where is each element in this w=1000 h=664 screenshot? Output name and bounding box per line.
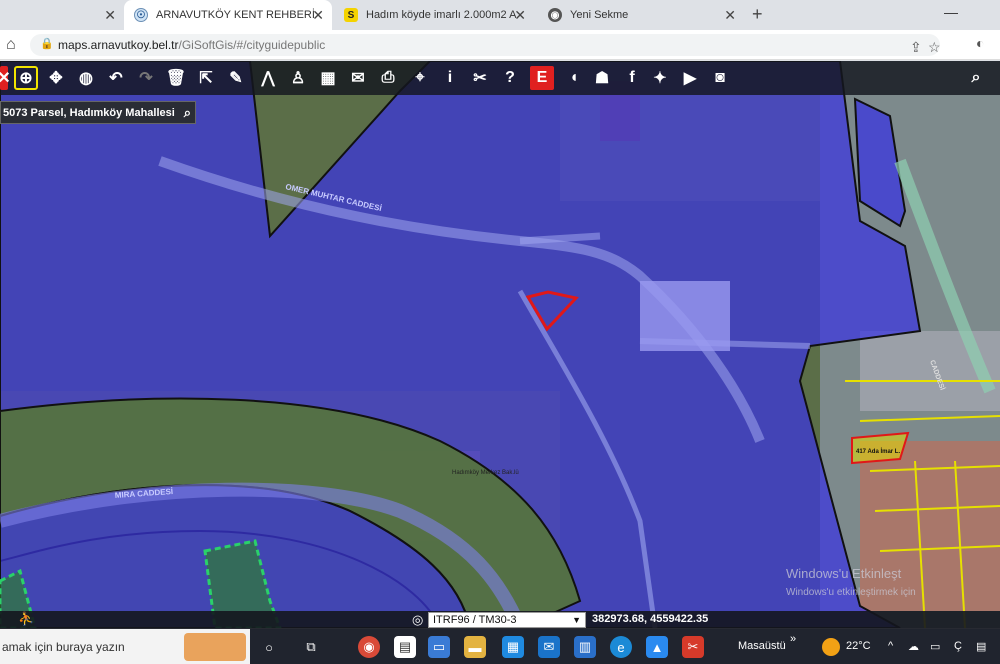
- store-icon[interactable]: ▦: [502, 636, 524, 658]
- android-icon[interactable]: ☗: [590, 66, 614, 90]
- search-icon[interactable]: ⌕: [964, 66, 988, 90]
- search-icon[interactable]: ⌕: [182, 105, 191, 121]
- photos-icon[interactable]: ▲: [646, 636, 668, 658]
- watermark-line-1: Windows'u Etkinleşt: [786, 566, 902, 581]
- task-view-icon[interactable]: ⧉: [300, 636, 322, 658]
- info-icon[interactable]: i: [438, 66, 462, 90]
- url-text: maps.arnavutkoy.bel.tr/GiSoftGis/#/cityg…: [58, 38, 325, 52]
- notepad-icon[interactable]: ▤: [394, 636, 416, 658]
- tab-previous[interactable]: ✕: [0, 0, 124, 30]
- warehouse: [640, 281, 730, 351]
- streetview-icon[interactable]: ⛹: [18, 611, 34, 627]
- star-icon[interactable]: ☆: [928, 39, 941, 56]
- calendar-icon[interactable]: ▥: [574, 636, 596, 658]
- road-connector: [519, 232, 601, 245]
- comment-icon[interactable]: ✉: [346, 66, 370, 90]
- browser-tab-bar: ✕ ☉ ARNAVUTKÖY KENT REHBERİ ✕ S Hadım kö…: [0, 0, 1000, 30]
- url-path: /GiSoftGis/#/cityguidepublic: [178, 38, 326, 52]
- parcel-label: 417 Ada İmar L.: [856, 448, 900, 455]
- tab-yeni-sekme[interactable]: ◉ Yeni Sekme ✕: [538, 0, 744, 30]
- close-icon[interactable]: ✕: [724, 7, 736, 24]
- toolbar-chevron[interactable]: »: [790, 633, 796, 645]
- e-belediye-icon[interactable]: E: [530, 66, 554, 90]
- url-host: maps.arnavutkoy.bel.tr: [58, 38, 179, 52]
- minimize-icon[interactable]: —: [944, 4, 958, 20]
- scissors-icon[interactable]: ✂: [468, 66, 492, 90]
- undo-icon[interactable]: ↶: [104, 66, 128, 90]
- gis-toolbar: ✕ ⊕ ✥ ◍ ↶ ↷ 🗑 ⇱ ✎ ⋀ ♙ ▦ ✉ ⎙ ⌖ i ✂ ? E ◖ …: [0, 61, 1000, 95]
- taskbar-search[interactable]: amak için buraya yazın: [0, 629, 250, 664]
- school-label: Hadımköy Merkez Bak.lü: [452, 470, 519, 476]
- chevron-up-icon[interactable]: ^: [888, 640, 893, 652]
- youtube-icon[interactable]: ▶: [678, 66, 702, 90]
- weather-icon[interactable]: [822, 638, 840, 656]
- globe-icon[interactable]: ◍: [74, 66, 98, 90]
- crs-select[interactable]: ITRF96 / TM30-3 ▼: [428, 612, 586, 628]
- close-icon[interactable]: ✕: [104, 7, 116, 24]
- pin-icon[interactable]: ♙: [286, 66, 310, 90]
- temperature[interactable]: 22°C: [846, 640, 871, 652]
- parcel-search[interactable]: 5073 Parsel, Hadımköy Mahallesi ⌕: [0, 101, 196, 124]
- mail-icon[interactable]: ✉: [538, 636, 560, 658]
- close-icon[interactable]: ✕: [312, 7, 324, 24]
- facebook-icon[interactable]: f: [620, 66, 644, 90]
- folder-icon[interactable]: ▬: [464, 636, 486, 658]
- redo-icon[interactable]: ↷: [134, 66, 158, 90]
- search-highlight-image: [184, 633, 246, 661]
- instagram-icon[interactable]: ◙: [708, 66, 732, 90]
- map-svg[interactable]: OMER MUHTAR CADDESİ MIRA CADDESİ CADDESİ…: [0, 61, 1000, 628]
- network-icon[interactable]: ▭: [930, 640, 940, 653]
- globe-icon: ☉: [134, 8, 148, 22]
- highlight-parcel[interactable]: [851, 431, 910, 465]
- print-icon[interactable]: ⎙: [376, 66, 400, 90]
- close-panel-icon[interactable]: ✕: [0, 66, 11, 90]
- cloud-icon[interactable]: ☁: [908, 640, 919, 653]
- share-icon[interactable]: ⇱: [194, 66, 218, 90]
- new-tab-icon[interactable]: +: [752, 4, 763, 25]
- target-icon[interactable]: ◎: [412, 612, 423, 628]
- notification-icon[interactable]: ▤: [976, 640, 986, 653]
- crs-value: ITRF96 / TM30-3: [433, 614, 517, 626]
- edge-icon[interactable]: e: [610, 636, 632, 658]
- lock-icon[interactable]: 🔒: [40, 37, 54, 50]
- map-canvas[interactable]: OMER MUHTAR CADDESİ MIRA CADDESİ CADDESİ…: [0, 61, 1000, 628]
- tab-title: ARNAVUTKÖY KENT REHBERİ: [156, 9, 315, 21]
- share-icon[interactable]: ⇪: [910, 39, 922, 56]
- location-icon[interactable]: ⌖: [408, 66, 432, 90]
- sahibinden-icon: S: [344, 8, 358, 22]
- laptop-icon[interactable]: ▭: [428, 636, 450, 658]
- map-status-bar: ⛹ ◎ ITRF96 / TM30-3 ▼ 382973.68, 4559422…: [0, 611, 1000, 629]
- help-icon[interactable]: ?: [498, 66, 522, 90]
- windows-taskbar: amak için buraya yazın ○ ⧉ ◉ ▤ ▭ ▬ ▦ ✉ ▥…: [0, 629, 1000, 664]
- twitter-icon[interactable]: ✦: [648, 66, 672, 90]
- chrome-icon: ◉: [548, 8, 562, 22]
- taskbar-search-text: amak için buraya yazın: [2, 640, 125, 654]
- address-bar: ⌂ 🔒 maps.arnavutkoy.bel.tr/GiSoftGis/#/c…: [0, 30, 1000, 60]
- cortana-icon[interactable]: ○: [258, 636, 280, 658]
- profile-icon[interactable]: ◐: [976, 35, 984, 51]
- language-icon[interactable]: Ç: [954, 640, 962, 652]
- map-icon[interactable]: ▦: [316, 66, 340, 90]
- close-icon[interactable]: ✕: [514, 7, 526, 24]
- chevron-down-icon: ▼: [572, 615, 581, 625]
- search-input[interactable]: 5073 Parsel, Hadımköy Mahallesi: [1, 107, 175, 119]
- snip-icon[interactable]: ✂: [682, 636, 704, 658]
- home-icon[interactable]: ⌂: [6, 36, 16, 54]
- coordinate-readout: 382973.68, 4559422.35: [592, 613, 709, 625]
- desktop-label[interactable]: Masaüstü: [738, 640, 786, 652]
- tab-title: Hadım köyde imarlı 2.000m2 Arsa: [366, 9, 516, 21]
- trash-icon[interactable]: 🗑: [164, 66, 188, 90]
- zoom-in-icon[interactable]: ⊕: [14, 66, 38, 90]
- url-field[interactable]: 🔒 maps.arnavutkoy.bel.tr/GiSoftGis/#/cit…: [30, 34, 941, 56]
- tab-kent-rehberi[interactable]: ☉ ARNAVUTKÖY KENT REHBERİ ✕: [124, 0, 332, 30]
- tab-hadimkoy[interactable]: S Hadım köyde imarlı 2.000m2 Arsa ✕: [334, 0, 534, 30]
- chrome-icon[interactable]: ◉: [358, 636, 380, 658]
- watermark-line-2: Windows'u etkinleştirmek için: [786, 587, 916, 598]
- tab-title: Yeni Sekme: [570, 9, 629, 21]
- apple-icon[interactable]: ◖: [562, 66, 586, 90]
- road-icon[interactable]: ⋀: [256, 66, 280, 90]
- pan-icon[interactable]: ✥: [44, 66, 68, 90]
- pencil-icon[interactable]: ✎: [224, 66, 248, 90]
